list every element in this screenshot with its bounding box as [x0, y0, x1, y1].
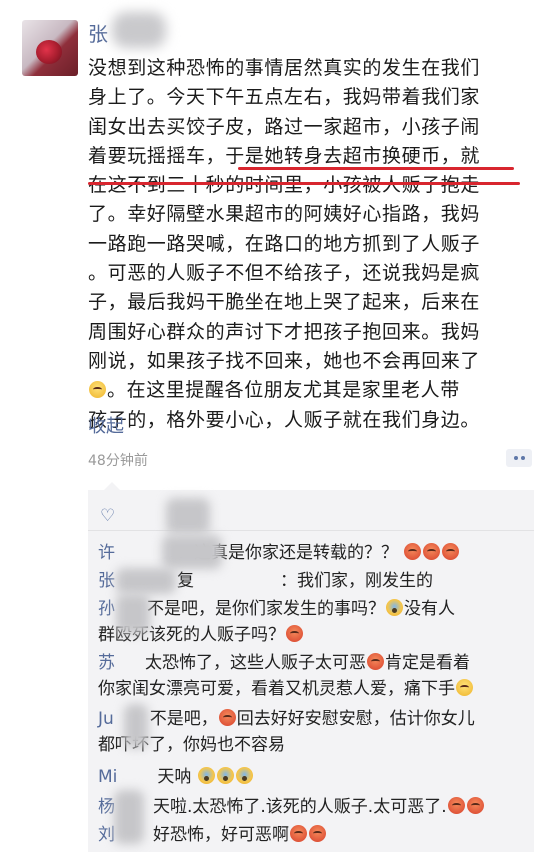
angry-emoji-icon	[367, 653, 384, 670]
angry-emoji-icon	[286, 625, 303, 642]
heart-icon[interactable]: ♡	[100, 506, 115, 526]
comment-text: 你家闺女漂亮可爱，看着又机灵惹人爱，痛下手	[98, 679, 455, 699]
blur-mask	[162, 535, 222, 569]
commenter-name[interactable]: 许	[98, 543, 115, 563]
highlight-underline	[238, 167, 514, 170]
scream-emoji-icon	[198, 767, 216, 784]
blur-mask	[166, 498, 210, 534]
blur-mask	[116, 568, 176, 594]
comment-text: 回去好好安慰安慰，估计你女儿	[236, 709, 475, 729]
post-line-with-emoji: 。在这里提醒各位朋友尤其是家里老人带	[88, 376, 528, 405]
post-body: 没想到这种恐怖的事情居然真实的发生在我们 身上了。今天下午五点左右，我妈带着我们…	[88, 54, 528, 435]
comment-row[interactable]: Ju 不是吧， 回去好好安慰安慰，估计你女儿	[98, 708, 475, 730]
angry-emoji-icon	[466, 797, 484, 814]
comment-text: 好恐怖，好可恶啊	[153, 825, 289, 845]
comment-text: 不是吧，是你们家发生的事吗？	[147, 599, 385, 619]
comment-row[interactable]: 孙 不是吧，是你们家发生的事吗？ 没有人	[98, 598, 455, 620]
post-line: 。可恶的人贩子不但不给孩子，还说我妈是疯	[88, 262, 481, 285]
comment-row[interactable]: 许：这真是你家还是转载的？？	[98, 542, 460, 564]
commenter-name[interactable]: 杨	[98, 797, 115, 817]
more-button[interactable]	[506, 449, 532, 467]
highlight-underline	[88, 182, 520, 185]
avatar[interactable]	[22, 20, 78, 76]
dot-icon	[513, 456, 518, 460]
blur-mask	[116, 594, 150, 634]
angry-emoji-icon	[290, 825, 307, 842]
comment-text: 天呐	[157, 767, 192, 787]
scream-emoji-icon	[217, 767, 235, 784]
comment-row[interactable]: Mi 天呐	[98, 766, 254, 788]
comment-text: 天啦.太恐怖了.该死的人贩子.太可恶了.	[153, 797, 447, 817]
post-line: 在这不到三十秒的时间里，小孩被人贩子抱走	[88, 174, 481, 197]
comments-panel: ♡ 许：这真是你家还是转载的？？ 张 复 ：我们家，刚发生的 孙 不是吧，是你们家发生…	[88, 482, 534, 852]
post-line-text: 刚说，如果孩子找不回来，她也不会再回来了	[88, 349, 481, 372]
scream-emoji-icon	[236, 767, 254, 784]
name-blur	[112, 12, 166, 48]
angry-emoji-icon	[218, 709, 236, 726]
blur-mask	[114, 790, 144, 844]
comment-text: 没有人	[404, 599, 455, 619]
divider	[88, 530, 534, 531]
angry-emoji-icon	[447, 797, 465, 814]
post-line: 了。幸好隔壁水果超市的阿姨好心指路，我妈	[88, 203, 481, 226]
comment-text: ：我们家，刚发生的	[280, 571, 433, 591]
comment-text: 太恐怖了，这些人贩子太可恶	[145, 653, 366, 673]
post-line: 闺女出去买饺子皮，路过一家超市，小孩子闹	[88, 115, 481, 138]
author-name[interactable]: 张	[88, 18, 108, 47]
angry-emoji-icon	[404, 543, 422, 560]
post-line: 子，最后我妈干脆坐在地上哭了起来，后来在	[88, 291, 481, 314]
comment-row[interactable]: 杨 天啦.太恐怖了.该死的人贩子.太可恶了.	[98, 796, 485, 818]
comment-text: 肯定是看着	[385, 653, 470, 673]
comment-text: 不是吧，	[149, 709, 218, 729]
angry-emoji-icon	[309, 825, 326, 842]
post-line-text: 。在这里提醒各位朋友尤其是家里老人带	[107, 379, 460, 402]
commenter-name[interactable]: 张	[98, 571, 115, 591]
comment-row: 你家闺女漂亮可爱，看着又机灵惹人爱，痛下手	[98, 678, 474, 700]
post-timestamp: 48分钟前	[88, 453, 148, 469]
post-line-with-emoji: 刚说，如果孩子找不回来，她也不会再回来了	[88, 347, 528, 376]
reply-label: 复	[177, 571, 194, 591]
angry-emoji-icon	[423, 543, 441, 560]
sad-emoji-icon	[89, 381, 106, 399]
angry-emoji-icon	[442, 543, 460, 560]
commenter-name[interactable]: 苏	[98, 653, 115, 673]
post-line: 没想到这种恐怖的事情居然真实的发生在我们	[88, 57, 481, 79]
blur-mask	[124, 704, 148, 748]
commenter-name[interactable]: Mi	[98, 767, 117, 787]
post-line: 身上了。今天下午五点左右，我妈带着我们家	[88, 86, 481, 109]
post-line: 孩子的，格外要小心，人贩子就在我们身边。	[88, 408, 481, 431]
rose-image	[36, 40, 62, 64]
post-line: 周围好心群众的声讨下才把孩子抱回来。我妈	[88, 320, 481, 343]
commenter-name[interactable]: 刘	[98, 825, 115, 845]
commenter-name[interactable]: 孙	[98, 599, 115, 619]
dot-icon	[520, 456, 525, 460]
commenter-name[interactable]: Ju	[98, 709, 114, 729]
comment-row[interactable]: 苏 太恐怖了，这些人贩子太可恶 肯定是看着	[98, 652, 470, 674]
collapse-link[interactable]: 收起	[88, 412, 124, 438]
fear-emoji-icon	[386, 599, 403, 616]
post-line: 一路跑一路哭喊，在路口的地方抓到了人贩子	[88, 232, 481, 255]
smile-emoji-icon	[456, 679, 473, 696]
